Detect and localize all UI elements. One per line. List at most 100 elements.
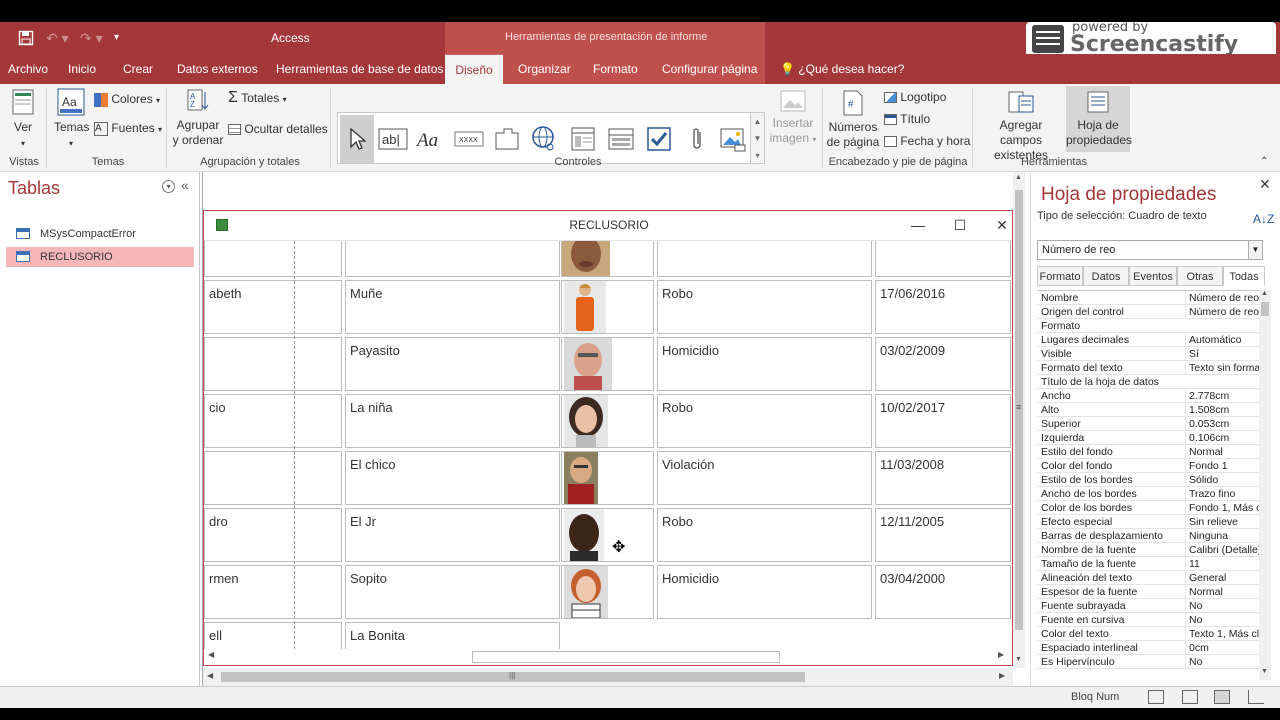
property-row[interactable]: Color del fondo Fondo 1 (1037, 459, 1263, 473)
property-row[interactable]: Ancho 2.778cm (1037, 389, 1263, 403)
nav-item-reclusorio[interactable]: RECLUSORIO (6, 247, 194, 267)
report-cell-alias[interactable]: La Bonita (345, 622, 560, 649)
report-cell-photo[interactable] (561, 337, 654, 391)
report-cell-photo[interactable] (561, 394, 654, 448)
property-value[interactable]: Sin relieve (1185, 515, 1261, 529)
close-icon[interactable]: ✕ (1259, 176, 1271, 193)
property-row[interactable]: Título de la hoja de datos (1037, 375, 1263, 389)
close-icon[interactable]: ✕ (982, 211, 1012, 239)
property-value[interactable]: General (1185, 571, 1261, 585)
label-control-icon[interactable]: Aa (414, 115, 448, 163)
property-value[interactable]: No (1185, 613, 1261, 627)
property-row[interactable]: Formato (1037, 319, 1263, 333)
tab-organizar[interactable]: Organizar (514, 54, 575, 84)
report-cell-crime[interactable]: Violación (657, 451, 872, 505)
report-cell-photo[interactable] (561, 451, 654, 505)
tab-archivo[interactable]: Archivo (4, 54, 52, 84)
titulo-button[interactable]: Título (884, 112, 930, 127)
tab-datos[interactable]: Datos (1083, 266, 1129, 286)
property-row[interactable]: Visible Sí (1037, 347, 1263, 361)
report-cell-photo[interactable] (561, 565, 654, 619)
property-value[interactable]: Normal (1185, 445, 1261, 459)
property-row[interactable]: Lugares decimales Automático (1037, 333, 1263, 347)
report-cell-name[interactable]: rmen (204, 565, 342, 619)
agrupar-ordenar-button[interactable]: AZ Agrupar y ordenar (172, 88, 224, 148)
property-value[interactable]: Fondo 1 (1185, 459, 1261, 473)
property-value[interactable]: Número de reo (1185, 305, 1261, 319)
report-view-icon[interactable] (1148, 690, 1164, 704)
property-row[interactable]: Izquierda 0.106cm (1037, 431, 1263, 445)
report-cell-photo[interactable] (561, 280, 654, 334)
property-value[interactable]: Sólido (1185, 473, 1261, 487)
image-control-icon[interactable] (716, 115, 750, 163)
report-cell-date[interactable]: 17/06/2016 (875, 280, 1011, 334)
property-row[interactable]: Fuente en cursiva No (1037, 613, 1263, 627)
property-row[interactable]: Efecto especial Sin relieve (1037, 515, 1263, 529)
controls-gallery-scroll[interactable]: ▲ ▼ ▾ (751, 112, 765, 164)
chevron-down-icon[interactable]: ▼ (1248, 241, 1262, 259)
property-row[interactable]: Espaciado interlineal 0cm (1037, 641, 1263, 655)
report-cell-date[interactable]: 10/02/2017 (875, 394, 1011, 448)
report-cell-crime[interactable]: Robo (657, 508, 872, 562)
redo-icon[interactable]: ↷ ▾ (80, 30, 103, 47)
tab-todas[interactable]: Todas (1223, 266, 1265, 286)
tab-formato[interactable]: Formato (589, 54, 642, 84)
tab-inicio[interactable]: Inicio (64, 54, 100, 84)
property-row[interactable]: Origen del control Número de reo (1037, 305, 1263, 319)
tab-otras[interactable]: Otras (1177, 266, 1223, 286)
report-cell-crime[interactable]: Homicidio (657, 337, 872, 391)
property-value[interactable]: Sí (1185, 347, 1261, 361)
fecha-hora-button[interactable]: Fecha y hora (884, 134, 970, 149)
undo-icon[interactable]: ↶ ▾ (46, 30, 69, 47)
report-cell-photo[interactable]: ✥ (561, 508, 654, 562)
ver-button[interactable]: Ver ▾ (8, 88, 38, 151)
tab-crear[interactable]: Crear (119, 54, 157, 84)
maximize-icon[interactable]: ☐ (940, 211, 980, 239)
property-row[interactable]: Fuente subrayada No (1037, 599, 1263, 613)
property-value[interactable]: 0.106cm (1185, 431, 1261, 445)
textbox-control-icon[interactable]: ab| (376, 115, 410, 163)
property-row[interactable]: Espesor de la fuente Normal (1037, 585, 1263, 599)
report-cell-alias[interactable]: Muñe (345, 280, 560, 334)
property-row[interactable]: Estilo del fondo Normal (1037, 445, 1263, 459)
report-cell-date[interactable]: 03/04/2000 (875, 565, 1011, 619)
save-icon[interactable] (18, 30, 34, 49)
report-cell-name[interactable]: abeth (204, 280, 342, 334)
report-cell-alias[interactable]: La niña (345, 394, 560, 448)
tab-configurar-pagina[interactable]: Configurar página (658, 54, 761, 84)
fuentes-button[interactable]: A Fuentes ▾ (94, 121, 162, 137)
property-grid-scrollbar[interactable]: ▲ ▼ (1259, 290, 1271, 680)
report-cell-alias[interactable]: El Jr (345, 508, 560, 562)
property-value[interactable]: No (1185, 599, 1261, 613)
property-row[interactable]: Barras de desplazamiento Ninguna (1037, 529, 1263, 543)
report-cell-name[interactable]: dro (204, 508, 342, 562)
property-value[interactable]: Número de reo (1185, 291, 1261, 305)
report-cell-name[interactable]: cio (204, 394, 342, 448)
report-cell-name[interactable] (204, 451, 342, 505)
button-control-icon[interactable]: XXXX (452, 115, 486, 163)
report-cell-name[interactable] (204, 337, 342, 391)
property-value[interactable]: 0cm (1185, 641, 1261, 655)
work-vertical-scrollbar[interactable]: ▲ ≡ ▼ (1013, 172, 1025, 668)
customize-quick-access-icon[interactable]: ▾ (114, 32, 119, 43)
property-row[interactable]: Nombre Número de reo (1037, 291, 1263, 305)
report-cell-date[interactable] (875, 241, 1011, 277)
property-value[interactable]: Fondo 1, Más oscuro (1185, 501, 1261, 515)
property-row[interactable]: Color del texto Texto 1, Más claro (1037, 627, 1263, 641)
property-value[interactable]: 11 (1185, 557, 1261, 571)
property-value[interactable]: 0.053cm (1185, 417, 1261, 431)
tab-datos-externos[interactable]: Datos externos (173, 54, 262, 84)
temas-button[interactable]: Aa Temas ▾ (54, 88, 89, 151)
numeros-pagina-button[interactable]: # Números de página (826, 90, 880, 150)
tab-formato[interactable]: Formato (1037, 266, 1083, 286)
report-cell-crime[interactable]: Robo (657, 280, 872, 334)
report-cell-name[interactable]: ell (204, 622, 342, 649)
report-cell-crime[interactable] (657, 241, 872, 277)
nav-menu-icon[interactable]: ▾ (162, 180, 175, 193)
report-cell-date[interactable]: 11/03/2008 (875, 451, 1011, 505)
property-value[interactable]: Texto sin formato (1185, 361, 1261, 375)
property-row[interactable]: Tamaño de la fuente 11 (1037, 557, 1263, 571)
collapse-nav-icon[interactable]: « (181, 177, 189, 193)
totales-button[interactable]: Σ Totales ▾ (228, 90, 287, 107)
report-cell-name[interactable] (204, 241, 342, 277)
